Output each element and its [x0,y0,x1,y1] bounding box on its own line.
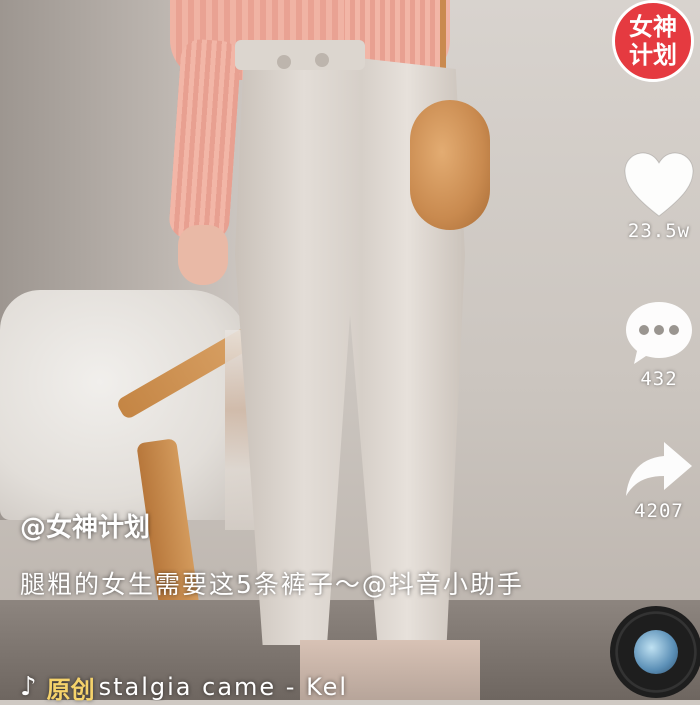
disc-cover [634,630,678,674]
share-arrow-icon [626,442,692,496]
badge-line-1: 女神 [629,13,677,41]
account-badge[interactable]: 女神 计划 [612,0,694,82]
music-title: stalgia came - Kel [98,673,349,701]
badge-label: 女神 计划 [623,13,683,69]
left-hand [178,225,228,285]
waist-button [315,53,329,67]
comment-count: 432 [640,368,678,390]
round-bag [410,100,490,230]
video-caption: 腿粗的女生需要这5条裤子～@抖音小助手 [20,570,524,599]
comment-button[interactable]: 432 [620,300,698,390]
original-label: 原创 [46,675,95,704]
share-button[interactable]: 4207 [620,440,698,522]
share-count: 4207 [634,500,684,522]
tiktok-note-icon: ♪ [20,672,37,702]
waist-button [277,55,291,69]
heart-icon [624,152,694,217]
author-handle[interactable]: @女神计划 [20,507,150,544]
comment-bubble-icon [626,302,692,364]
trousers-waistband [235,40,365,70]
music-disc[interactable] [610,606,700,698]
badge-line-2: 计划 [629,41,677,69]
music-info[interactable]: ♪ 原创 stalgia came - Kel [20,672,439,704]
like-button[interactable]: 23.5w [620,152,698,242]
like-count: 23.5w [627,220,691,242]
